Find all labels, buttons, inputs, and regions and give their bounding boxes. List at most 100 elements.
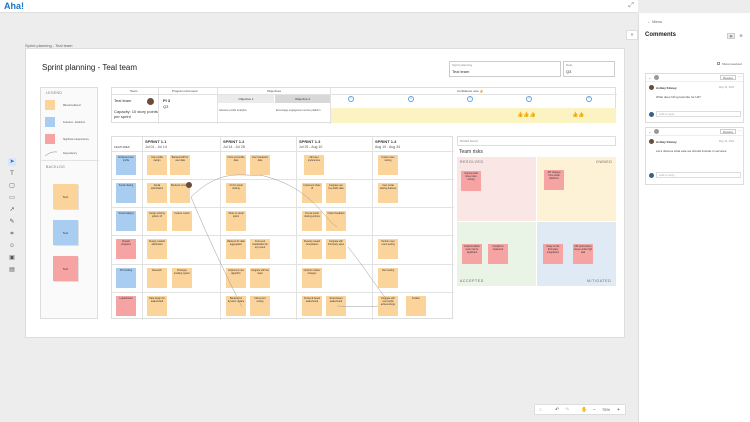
more-icon[interactable]: ⋯ — [738, 74, 742, 79]
vote-option[interactable]: 5 — [586, 96, 592, 102]
avatar — [649, 173, 654, 178]
image-tool-icon[interactable]: ▣ — [8, 254, 16, 262]
comment-thread: ⌄ Resolve ⋯ Ashley Kinney May 10, 2024 L… — [645, 127, 744, 185]
legend-swatch-milestone — [45, 100, 55, 110]
legend-swatch-feature — [45, 117, 55, 127]
legend-backlog-panel: LEGEND Milestone/Event Features - Enable… — [40, 87, 99, 319]
pen-tool-icon[interactable]: ✎ — [8, 218, 16, 226]
objective-2-text: Encourage engagement across platform — [276, 109, 321, 112]
dependency-line-icon — [45, 151, 57, 157]
legend-title: LEGEND — [46, 91, 63, 95]
legend-label: Features - Enablers — [63, 121, 85, 124]
select-tool-icon[interactable]: ➤ — [8, 158, 16, 166]
vote-option[interactable]: 2 — [408, 96, 414, 102]
undo-icon[interactable]: ↶ — [555, 406, 559, 414]
zoom-out-icon[interactable]: − — [593, 406, 596, 414]
comment-filter-icon[interactable]: ▤ — [727, 33, 735, 39]
avatar — [654, 75, 659, 80]
comments-title: Comments — [645, 32, 677, 38]
pi-quarter: Q3 — [163, 104, 169, 109]
add-comment-icon[interactable]: ⊕ — [737, 33, 745, 39]
field-value: Teal team — [452, 69, 470, 74]
sprint-grid: FEATURES SPRINT 1.1 Jul 01 - Jul 14 SPRI… — [111, 136, 454, 320]
template-tool-icon[interactable]: ▤ — [8, 266, 16, 274]
show-resolved-checkbox[interactable] — [717, 62, 720, 65]
zoom-level[interactable]: 75% — [602, 406, 610, 414]
comment-author: Ashley Kinney — [656, 86, 677, 90]
risk-note[interactable]: API changes from social platforms — [544, 170, 564, 190]
backlog-card[interactable]: Text — [53, 220, 78, 245]
expand-icon[interactable]: ⤢ — [628, 2, 634, 10]
comment-text: What does hiring look like for H2? — [656, 95, 701, 99]
show-resolved-label: Show resolved — [722, 62, 742, 66]
chevron-down-icon[interactable]: ⌄ — [648, 129, 651, 134]
comment-author: Ashley Kinney — [656, 140, 677, 144]
comment-time: May 10, 2024 — [719, 86, 735, 89]
zoom-in-icon[interactable]: + — [617, 406, 620, 414]
card-label: Text — [62, 194, 69, 199]
tools-toolbar: ➤ T ▢ ▭ ↗ ✎ ⌗ ☺ ▣ ▤ — [7, 158, 17, 276]
redo-icon[interactable]: ↷ — [565, 406, 569, 414]
thread-header: ⌄ Resolve ⋯ — [646, 74, 743, 82]
more-icon[interactable]: ⋯ — [738, 128, 742, 133]
avatar — [654, 129, 659, 134]
capacity-text: Capacity: 10 story points per sprint — [114, 109, 158, 119]
col-objectives: Objectives — [267, 89, 282, 93]
risk-board-header: ROAM board — [457, 136, 616, 146]
sticker-tool-icon[interactable]: ☺ — [8, 242, 16, 250]
hand-icon[interactable]: ✋ — [581, 406, 587, 414]
sprint-planning-field[interactable]: Sprint planning Teal team — [449, 61, 561, 77]
aha-logo[interactable]: Aha! — [4, 1, 24, 11]
reply-input[interactable]: Add a reply... — [656, 172, 741, 178]
board-title: Sprint planning - Teal team — [42, 63, 138, 72]
field-value: Q3 — [566, 69, 572, 74]
col-pi: Program increment — [172, 89, 198, 93]
legend-label: Milestone/Event — [63, 104, 81, 107]
legend-label: Significant dependency — [63, 138, 89, 141]
comment-icon[interactable]: ◌ — [539, 406, 542, 414]
backlog-card[interactable]: Text — [53, 184, 78, 209]
dependency-lines — [190, 174, 395, 308]
shape-tool-icon[interactable]: ▢ — [8, 182, 16, 190]
objective-2-label: Objective 2 — [275, 95, 330, 103]
chevron-down-icon[interactable]: ⌄ — [648, 75, 651, 80]
vote-option[interactable]: 1 — [348, 96, 354, 102]
thumbs-up-icon: 👍👍👍 — [517, 112, 536, 118]
date-field[interactable]: Date Q3 — [563, 61, 615, 77]
pi-label: PI 3 — [163, 98, 171, 103]
line-tool-icon[interactable]: ↗ — [8, 206, 16, 214]
frame-tool-icon[interactable]: ⌗ — [8, 230, 16, 238]
vote-option[interactable]: 3 — [467, 96, 473, 102]
bottom-toolbar: ◌ ↶ ↷ ✋ − 75% + — [534, 404, 626, 415]
backlog-title: BACKLOG — [46, 165, 66, 169]
col-confidence: Confidence vote 👍 — [457, 89, 484, 93]
risk-note[interactable]: Improve load times more testing — [461, 171, 481, 191]
menu-link[interactable]: ← Menu — [647, 19, 662, 24]
legend-swatch-dependency — [45, 134, 55, 144]
top-bar: Aha! ⤢ — [0, 0, 638, 13]
comment-time: May 10, 2024 — [719, 140, 735, 143]
team-name: Teal team — [114, 98, 132, 103]
risk-note[interactable]: Implementation team can be significant — [462, 244, 482, 264]
quadrant-label: OWNED — [596, 160, 613, 164]
resolve-button[interactable]: Resolve — [720, 129, 737, 134]
risk-note[interactable]: API performance issues under high load — [573, 244, 593, 264]
comment-thread: ⌄ Resolve ⋯ Ashley Kinney May 10, 2024 W… — [645, 73, 744, 123]
quadrant-label: MITIGATED — [587, 279, 612, 283]
objective-1-text: Advance profile analytics — [219, 109, 247, 112]
vote-option[interactable]: 4 — [526, 96, 532, 102]
text-tool-icon[interactable]: T — [8, 170, 16, 178]
reply-input[interactable]: Add a reply... — [656, 111, 741, 117]
collapse-panel-button[interactable]: » — [626, 30, 638, 40]
quadrant-label: RESOLVED — [460, 160, 484, 164]
menu-label: Menu — [652, 19, 663, 24]
field-label: Sprint planning — [452, 63, 473, 67]
risk-note[interactable]: Delay on the third-party integrations — [543, 244, 563, 264]
header-table: Team Program increment Objectives Confid… — [111, 87, 617, 124]
resolve-button[interactable]: Resolve — [720, 75, 737, 80]
risk-note[interactable]: Compile to implement — [488, 244, 508, 264]
divider — [41, 160, 99, 161]
backlog-card[interactable]: Text — [53, 256, 78, 281]
field-label: Date — [566, 63, 573, 67]
sticky-note-tool-icon[interactable]: ▭ — [8, 194, 16, 202]
